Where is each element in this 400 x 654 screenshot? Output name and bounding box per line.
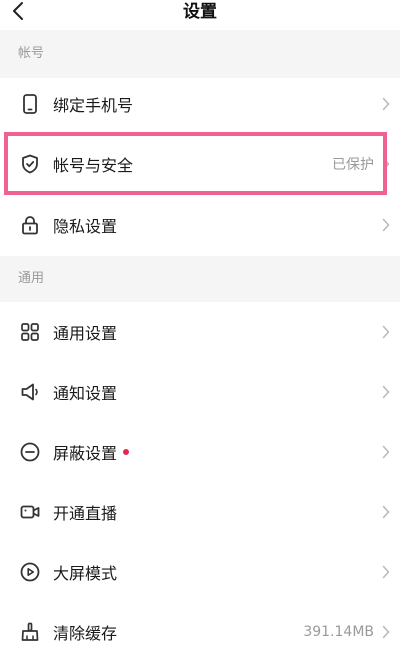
- settings-item-label: 清除缓存: [53, 624, 118, 643]
- chevron-right-icon: [380, 384, 392, 400]
- settings-item-clear-cache[interactable]: 清除缓存 391.14MB: [0, 602, 400, 654]
- settings-item-big-screen[interactable]: 大屏模式: [0, 542, 400, 602]
- broom-icon: [19, 621, 41, 643]
- chevron-right-icon: [380, 324, 392, 340]
- settings-item-label: 大屏模式: [53, 564, 118, 583]
- minus-circle-icon: [19, 441, 41, 463]
- security-status-value: 已保护: [332, 156, 374, 173]
- settings-item-privacy[interactable]: 隐私设置: [0, 194, 400, 256]
- settings-item-notifications[interactable]: 通知设置: [0, 362, 400, 422]
- video-camera-icon: [19, 501, 41, 523]
- play-circle-icon: [19, 561, 41, 583]
- speaker-icon: [19, 381, 41, 403]
- phone-icon: [19, 93, 41, 115]
- chevron-right-icon: [380, 564, 392, 580]
- settings-item-label: 开通直播: [53, 504, 118, 523]
- chevron-right-icon: [380, 624, 392, 640]
- page-title: 设置: [183, 2, 217, 22]
- settings-page: 设置 帐号 绑定手机号 帐号与安全 已保护 隐私设置 通用 通用设置 通知设置 …: [0, 0, 400, 654]
- settings-item-live[interactable]: 开通直播: [0, 482, 400, 542]
- settings-item-label: 帐号与安全: [53, 155, 134, 175]
- settings-item-label: 隐私设置: [53, 217, 118, 236]
- chevron-right-icon: [380, 444, 392, 460]
- settings-item-bind-phone[interactable]: 绑定手机号: [0, 78, 400, 130]
- chevron-right-icon: [380, 504, 392, 520]
- chevron-right-icon: [380, 217, 392, 233]
- notification-dot: [123, 448, 130, 455]
- section-header-general: 通用: [0, 256, 400, 302]
- nav-header: 设置: [0, 0, 400, 30]
- settings-item-general[interactable]: 通用设置: [0, 302, 400, 362]
- section-header-account: 帐号: [0, 30, 400, 78]
- chevron-right-icon: [380, 156, 392, 172]
- settings-item-label: 通用设置: [53, 324, 118, 343]
- grid-icon: [19, 321, 41, 343]
- lock-icon: [19, 214, 41, 236]
- chevron-right-icon: [380, 96, 392, 112]
- settings-item-account-security[interactable]: 帐号与安全 已保护: [0, 133, 400, 194]
- settings-item-block[interactable]: 屏蔽设置: [0, 422, 400, 482]
- settings-item-label: 通知设置: [53, 384, 118, 403]
- shield-check-icon: [19, 153, 41, 175]
- cache-size-value: 391.14MB: [303, 624, 374, 640]
- settings-item-label: 屏蔽设置: [53, 440, 130, 464]
- settings-item-label: 绑定手机号: [53, 96, 134, 115]
